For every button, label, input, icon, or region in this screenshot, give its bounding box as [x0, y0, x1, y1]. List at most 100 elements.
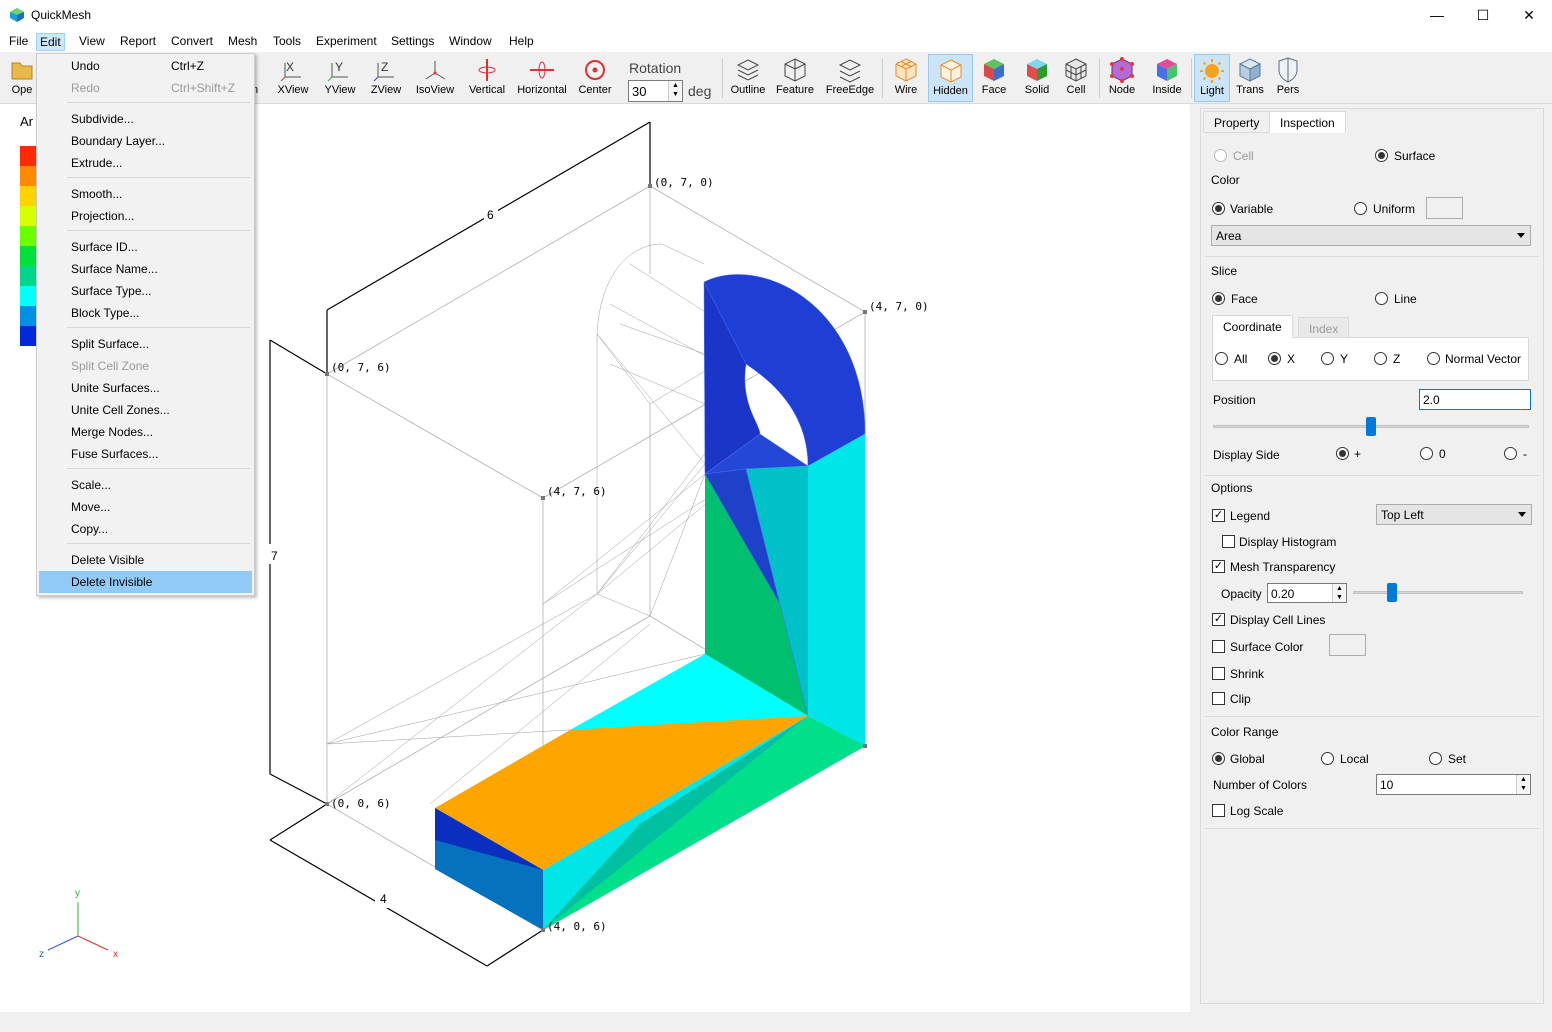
- menu-undo[interactable]: Undo Ctrl+Z: [39, 55, 252, 77]
- menu-edit[interactable]: Edit: [36, 33, 65, 51]
- tab-inspection[interactable]: Inspection: [1269, 111, 1346, 133]
- open-button[interactable]: Ope: [6, 54, 38, 102]
- menu-unite-cell-zones[interactable]: Unite Cell Zones...: [39, 399, 252, 421]
- log-scale-checkbox[interactable]: [1212, 804, 1225, 817]
- subtab-coordinate[interactable]: Coordinate: [1212, 315, 1293, 338]
- freeedge-button[interactable]: FreeEdge: [822, 54, 878, 102]
- trans-button[interactable]: Trans: [1232, 54, 1268, 102]
- zview-button[interactable]: Z ZView: [365, 54, 407, 102]
- set-radio[interactable]: [1429, 752, 1442, 765]
- display-cell-lines-checkbox[interactable]: ✓: [1212, 613, 1225, 626]
- surface-color-button[interactable]: [1329, 634, 1366, 656]
- axis-y-radio[interactable]: [1321, 352, 1334, 365]
- side-zero-radio[interactable]: [1420, 447, 1433, 460]
- hidden-button[interactable]: Hidden: [928, 54, 973, 102]
- maximize-button[interactable]: ☐: [1460, 0, 1506, 30]
- local-radio[interactable]: [1321, 752, 1334, 765]
- surface-radio[interactable]: [1375, 149, 1388, 162]
- menu-window[interactable]: Window: [446, 33, 495, 51]
- subtab-index[interactable]: Index: [1298, 317, 1350, 338]
- side-plus-radio[interactable]: [1336, 447, 1349, 460]
- legend-position-select[interactable]: Top Left: [1376, 504, 1532, 525]
- menu-block-type[interactable]: Block Type...: [39, 302, 252, 324]
- shrink-checkbox[interactable]: [1212, 667, 1225, 680]
- pers-button[interactable]: Pers: [1271, 54, 1305, 102]
- menu-split-cell-zone[interactable]: Split Cell Zone: [39, 355, 252, 377]
- menu-split-surface[interactable]: Split Surface...: [39, 333, 252, 355]
- normal-vector-radio[interactable]: [1427, 352, 1440, 365]
- inside-button[interactable]: Inside: [1147, 54, 1187, 102]
- global-radio[interactable]: [1212, 752, 1225, 765]
- uniform-color-button[interactable]: [1426, 197, 1463, 219]
- menu-surface-name[interactable]: Surface Name...: [39, 258, 252, 280]
- number-of-colors-spinner[interactable]: ▲ ▼: [1516, 775, 1530, 794]
- menu-convert[interactable]: Convert: [168, 33, 216, 51]
- outline-button[interactable]: Outline: [727, 54, 769, 102]
- opacity-spinner[interactable]: ▲ ▼: [1332, 584, 1346, 602]
- menu-surface-type[interactable]: Surface Type...: [39, 280, 252, 302]
- feature-button[interactable]: Feature: [773, 54, 817, 102]
- menu-extrude[interactable]: Extrude...: [39, 152, 252, 174]
- menu-delete-invisible[interactable]: Delete Invisible: [39, 571, 252, 593]
- menu-unite-surfaces[interactable]: Unite Surfaces...: [39, 377, 252, 399]
- face-button[interactable]: Face: [976, 54, 1012, 102]
- node-button[interactable]: Node: [1103, 54, 1141, 102]
- horizontal-rotate-button[interactable]: Horizontal: [514, 54, 570, 102]
- number-of-colors-input[interactable]: 10 ▲ ▼: [1376, 774, 1531, 795]
- menu-fuse-surfaces[interactable]: Fuse Surfaces...: [39, 443, 252, 465]
- rotation-input[interactable]: 30 ▲ ▼: [628, 80, 683, 102]
- menu-view[interactable]: View: [76, 33, 108, 51]
- opacity-slider-track[interactable]: [1353, 591, 1523, 594]
- wire-button[interactable]: Wire: [887, 54, 925, 102]
- surface-color-checkbox[interactable]: [1212, 640, 1225, 653]
- menu-subdivide[interactable]: Subdivide...: [39, 108, 252, 130]
- position-slider-thumb[interactable]: [1366, 417, 1376, 436]
- center-button[interactable]: Center: [575, 54, 615, 102]
- side-minus-radio[interactable]: [1504, 447, 1517, 460]
- menu-redo[interactable]: Redo Ctrl+Shift+Z: [39, 77, 252, 99]
- menu-merge-nodes[interactable]: Merge Nodes...: [39, 421, 252, 443]
- variable-select[interactable]: Area: [1211, 225, 1531, 246]
- yview-button[interactable]: Y YView: [318, 54, 362, 102]
- menu-experiment[interactable]: Experiment: [313, 33, 380, 51]
- light-button[interactable]: Light: [1194, 54, 1230, 102]
- menu-delete-visible[interactable]: Delete Visible: [39, 549, 252, 571]
- menu-projection[interactable]: Projection...: [39, 205, 252, 227]
- menu-boundary-layer[interactable]: Boundary Layer...: [39, 130, 252, 152]
- line-radio[interactable]: [1375, 292, 1388, 305]
- variable-radio[interactable]: [1212, 202, 1225, 215]
- rotation-spinner[interactable]: ▲ ▼: [668, 81, 682, 101]
- menu-help[interactable]: Help: [506, 33, 537, 51]
- xview-button[interactable]: X XView: [273, 54, 313, 102]
- legend-checkbox[interactable]: ✓: [1212, 509, 1225, 522]
- cell-button[interactable]: Cell: [1058, 54, 1094, 102]
- menu-file[interactable]: File: [6, 33, 31, 51]
- position-input[interactable]: 2.0: [1419, 389, 1531, 410]
- menu-surface-id[interactable]: Surface ID...: [39, 236, 252, 258]
- mesh-transparency-checkbox[interactable]: ✓: [1212, 560, 1225, 573]
- menu-smooth[interactable]: Smooth...: [39, 183, 252, 205]
- menu-mesh[interactable]: Mesh: [225, 33, 260, 51]
- uniform-radio[interactable]: [1354, 202, 1367, 215]
- tab-property[interactable]: Property: [1203, 111, 1271, 133]
- menu-move[interactable]: Move...: [39, 496, 252, 518]
- display-histogram-checkbox[interactable]: [1222, 535, 1235, 548]
- axis-z-radio[interactable]: [1374, 352, 1387, 365]
- menu-settings[interactable]: Settings: [388, 33, 437, 51]
- cell-radio[interactable]: [1214, 149, 1227, 162]
- axis-all-radio[interactable]: [1215, 352, 1228, 365]
- menu-report[interactable]: Report: [117, 33, 159, 51]
- isoview-button[interactable]: IsoView: [412, 54, 458, 102]
- close-button[interactable]: ✕: [1506, 0, 1552, 30]
- menu-copy[interactable]: Copy...: [39, 518, 252, 540]
- opacity-slider-thumb[interactable]: [1387, 583, 1397, 602]
- solid-button[interactable]: Solid: [1018, 54, 1056, 102]
- menu-tools[interactable]: Tools: [270, 33, 304, 51]
- face-radio[interactable]: [1212, 292, 1225, 305]
- menu-scale[interactable]: Scale...: [39, 474, 252, 496]
- clip-checkbox[interactable]: [1212, 692, 1225, 705]
- minimize-button[interactable]: —: [1414, 0, 1460, 30]
- vertical-rotate-button[interactable]: Vertical: [464, 54, 510, 102]
- axis-x-radio[interactable]: [1268, 352, 1281, 365]
- opacity-input[interactable]: 0.20 ▲ ▼: [1267, 583, 1347, 603]
